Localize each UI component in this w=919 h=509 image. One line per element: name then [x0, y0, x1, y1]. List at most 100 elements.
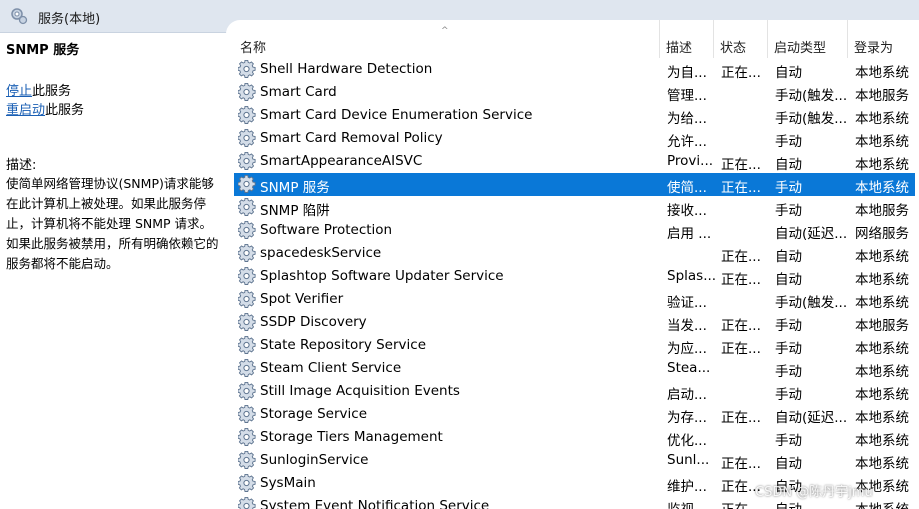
service-gear-icon — [237, 243, 257, 263]
service-name: spacedeskService — [260, 245, 382, 261]
table-row[interactable]: Smart Card Removal Policy 允许... 手动 本地系统 — [234, 127, 915, 150]
service-gear-icon — [237, 404, 257, 424]
service-name: Spot Verifier — [260, 291, 344, 307]
service-startup-type: 自动 — [775, 272, 802, 288]
table-row[interactable]: Smart Card Device Enumeration Service 为给.… — [234, 104, 915, 127]
service-logon-as: 本地系统 — [855, 134, 909, 150]
service-startup-type: 手动 — [775, 318, 802, 334]
table-row[interactable]: Spot Verifier 验证... 手动(触发... 本地系统 — [234, 288, 915, 311]
table-row[interactable]: Still Image Acquisition Events 启动... 手动 本地系… — [234, 380, 915, 403]
service-gear-icon — [237, 427, 257, 447]
table-row[interactable]: SunloginService Sunl... 正在... 自动 本地系统 — [234, 449, 915, 472]
service-name: SmartAppearanceAISVC — [260, 153, 423, 169]
service-logon-as: 本地系统 — [855, 180, 909, 196]
table-row[interactable]: spacedeskService 正在... 自动 本地系统 — [234, 242, 915, 265]
service-startup-type: 手动 — [775, 387, 802, 403]
stop-service-action: 停止此服务 — [6, 80, 71, 99]
service-logon-as: 本地系统 — [855, 295, 909, 311]
table-row[interactable]: SNMP 陷阱 接收... 手动 本地服务 — [234, 196, 915, 219]
service-logon-as: 本地系统 — [855, 111, 909, 127]
service-startup-type: 自动(延迟... — [775, 226, 848, 242]
column-header-description[interactable]: 描述 — [660, 20, 714, 58]
service-gear-icon — [237, 128, 257, 148]
column-header-name[interactable]: 名称 — [234, 20, 660, 58]
restart-service-action: 重启动此服务 — [6, 99, 84, 118]
service-description-cell: 启用 ... — [667, 226, 712, 242]
service-logon-as: 本地系统 — [855, 410, 909, 426]
service-name: Storage Tiers Management — [260, 429, 443, 445]
service-name: Splashtop Software Updater Service — [260, 268, 504, 284]
column-header-status[interactable]: 状态 — [714, 20, 768, 58]
service-description-cell: 允许... — [667, 134, 707, 150]
service-name: Storage Service — [260, 406, 368, 422]
stop-service-link[interactable]: 停止 — [6, 84, 32, 99]
service-gear-icon — [237, 82, 257, 102]
service-status: 正在... — [721, 157, 761, 173]
service-description-cell: 当发... — [667, 318, 707, 334]
service-status: 正在... — [721, 249, 761, 265]
service-gear-icon — [237, 496, 257, 509]
service-logon-as: 本地服务 — [855, 203, 909, 219]
service-logon-as: 本地系统 — [855, 433, 909, 449]
service-gear-icon — [237, 450, 257, 470]
service-startup-type: 手动 — [775, 433, 802, 449]
table-row[interactable]: Steam Client Service Stea... 手动 本地系统 — [234, 357, 915, 380]
table-row[interactable]: Shell Hardware Detection 为自... 正在... 自动 本地系统 — [234, 58, 915, 81]
service-startup-type: 手动 — [775, 364, 802, 380]
table-row[interactable]: State Repository Service 为应... 正在... 手动 本地系统 — [234, 334, 915, 357]
service-logon-as: 本地系统 — [855, 272, 909, 288]
table-row[interactable]: SNMP 服务 使简... 正在... 手动 本地系统 — [234, 173, 915, 196]
service-description-cell: 管理... — [667, 88, 707, 104]
service-startup-type: 手动 — [775, 134, 802, 150]
service-status: 正在... — [721, 65, 761, 81]
service-name: System Event Notification Service — [260, 498, 490, 509]
service-gear-icon — [237, 59, 257, 79]
service-name: SNMP 服务 — [260, 180, 330, 196]
service-gear-icon — [237, 335, 257, 355]
column-header-logon-as[interactable]: 登录为 — [848, 20, 919, 58]
service-description-cell: 使简... — [667, 180, 707, 196]
service-status: 正在... — [721, 456, 761, 472]
table-row[interactable]: Smart Card 管理... 手动(触发... 本地服务 — [234, 81, 915, 104]
table-row[interactable]: Software Protection 启用 ... 自动(延迟... 网络服务 — [234, 219, 915, 242]
service-startup-type: 自动 — [775, 65, 802, 81]
services-icon — [11, 8, 28, 25]
services-list: ^ 名称 描述 状态 启动类型 登录为 Shell Hardware Detec… — [226, 20, 919, 509]
table-row[interactable]: Storage Service 为存... 正在... 自动(延迟... 本地系统 — [234, 403, 915, 426]
service-logon-as: 本地系统 — [855, 341, 909, 357]
service-detail-pane: SNMP 服务 停止此服务 重启动此服务 描述: 使简单网络管理协议(SNMP)… — [0, 33, 226, 509]
service-description-cell: 为给... — [667, 111, 707, 127]
column-header-row: ^ 名称 描述 状态 启动类型 登录为 — [226, 20, 919, 58]
service-logon-as: 本地系统 — [855, 364, 909, 380]
service-startup-type: 自动 — [775, 157, 802, 173]
service-gear-icon — [237, 105, 257, 125]
service-gear-icon — [237, 312, 257, 332]
service-name: Smart Card Removal Policy — [260, 130, 443, 146]
table-row[interactable]: Splashtop Software Updater Service Splas.… — [234, 265, 915, 288]
service-description: 使简单网络管理协议(SNMP)请求能够在此计算机上被处理。如果此服务停止，计算机… — [6, 176, 219, 271]
table-row[interactable]: SmartAppearanceAISVC Provi... 正在... 自动 本地系统 — [234, 150, 915, 173]
service-description-cell: 启动... — [667, 387, 707, 403]
description-label: 描述: — [6, 158, 37, 173]
service-description-cell: Sunl... — [667, 452, 710, 468]
restart-service-link[interactable]: 重启动 — [6, 103, 45, 118]
service-name: Steam Client Service — [260, 360, 402, 376]
watermark-text: CSDN @陈丹宇jmu — [755, 485, 873, 500]
selected-service-name: SNMP 服务 — [6, 43, 80, 58]
service-gear-icon — [237, 151, 257, 171]
service-gear-icon — [237, 473, 257, 493]
service-status: 正在... — [721, 318, 761, 334]
service-logon-as: 网络服务 — [855, 226, 909, 242]
service-gear-icon — [237, 358, 257, 378]
column-header-startup-type[interactable]: 启动类型 — [768, 20, 848, 58]
table-row[interactable]: SSDP Discovery 当发... 正在... 手动 本地服务 — [234, 311, 915, 334]
service-gear-icon — [237, 289, 257, 309]
service-gear-icon — [237, 381, 257, 401]
service-name: Smart Card — [260, 84, 337, 100]
table-row[interactable]: Storage Tiers Management 优化... 手动 本地系统 — [234, 426, 915, 449]
service-status: 正在... — [721, 410, 761, 426]
service-description-cell: 为自... — [667, 65, 707, 81]
service-logon-as: 本地系统 — [855, 249, 909, 265]
service-name: SNMP 陷阱 — [260, 203, 330, 219]
service-status: 正在... — [721, 341, 761, 357]
